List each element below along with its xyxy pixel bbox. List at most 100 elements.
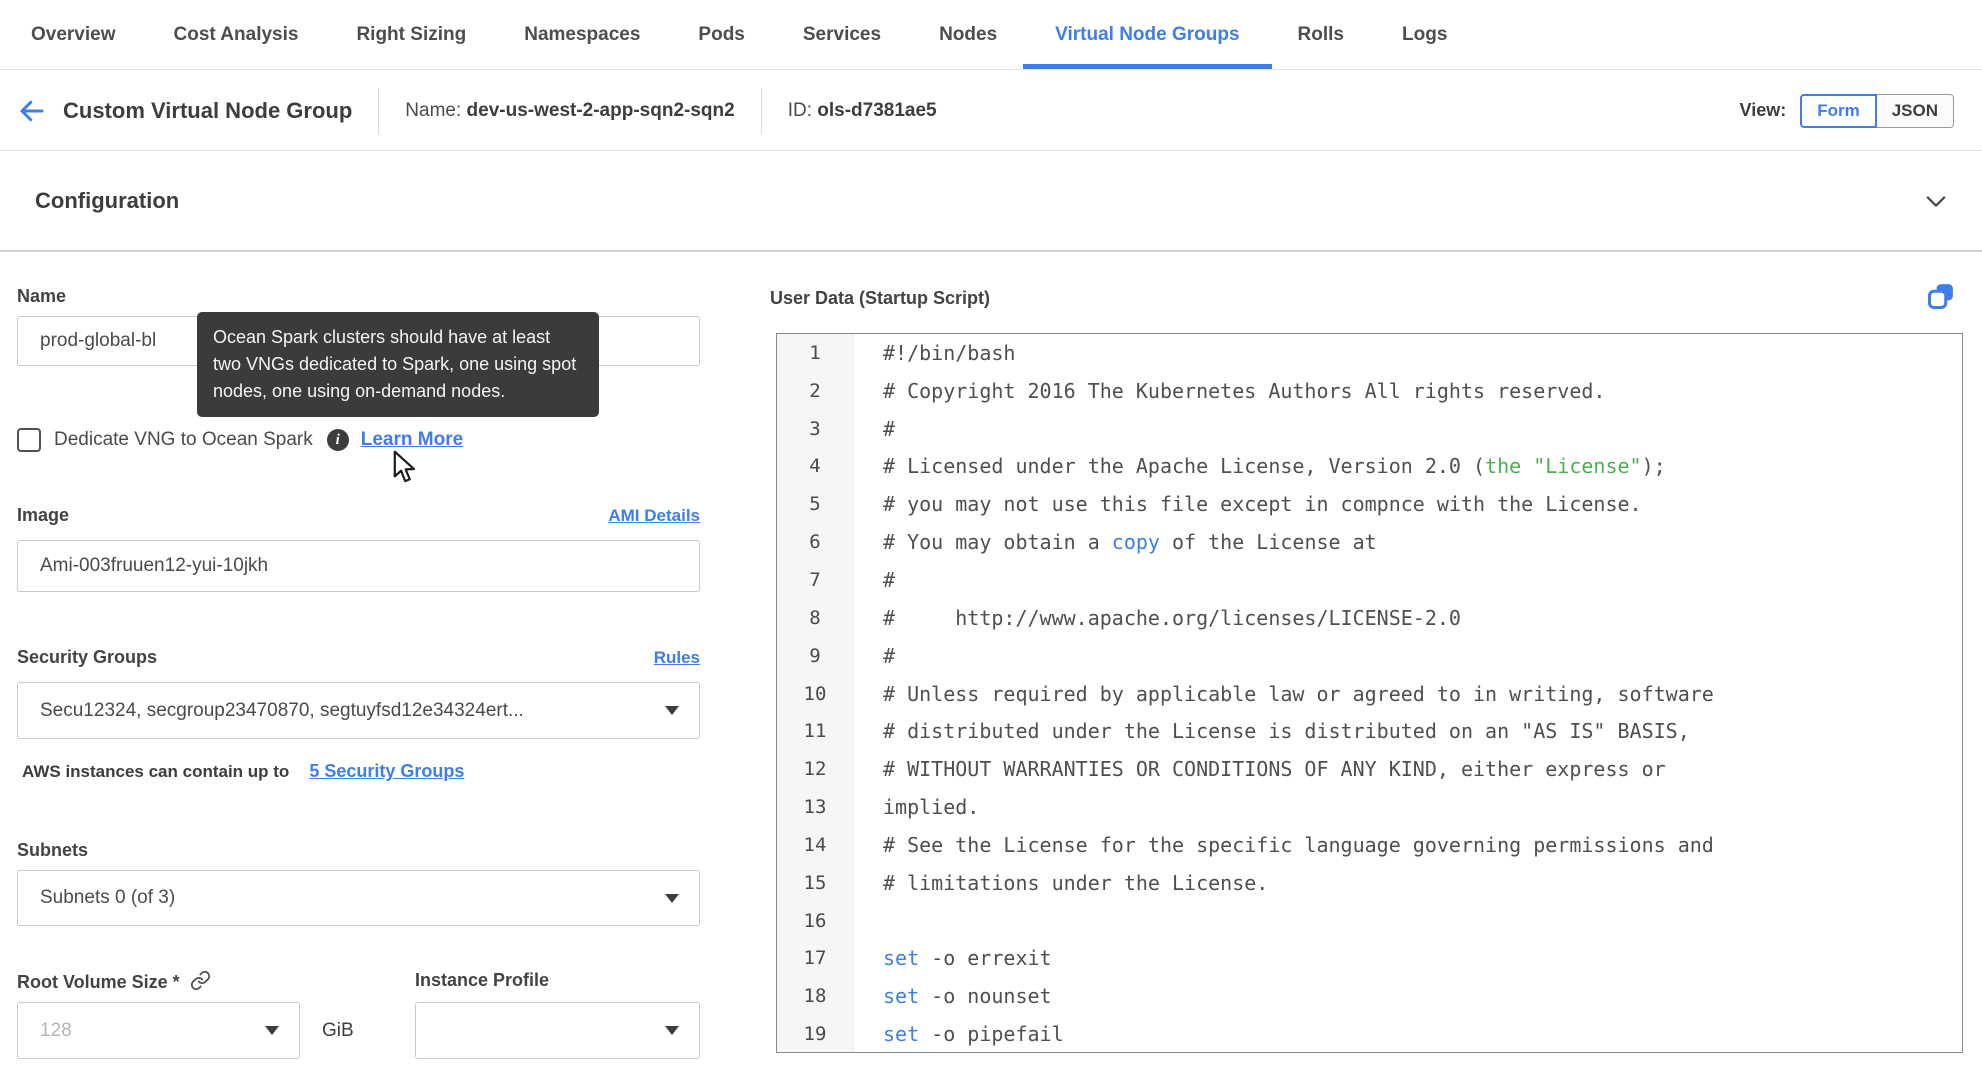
code-line: 18 set -o nounset: [777, 977, 1962, 1015]
tab-right-sizing[interactable]: Right Sizing: [342, 0, 480, 69]
root-volume-size-label-text: Root Volume Size *: [17, 972, 180, 992]
top-nav-tabs: Overview Cost Analysis Right Sizing Namespa…: [0, 0, 1982, 70]
collapse-section-button[interactable]: [1922, 187, 1950, 215]
line-number: 2: [809, 379, 821, 402]
tab-cost-analysis[interactable]: Cost Analysis: [160, 0, 313, 69]
line-number: 17: [803, 947, 827, 970]
ami-details-link[interactable]: AMI Details: [608, 506, 700, 526]
line-number: 8: [809, 606, 821, 629]
image-label-row: Image AMI Details: [17, 505, 700, 526]
user-data-code-editor[interactable]: 1 #!/bin/bash 2 # Copyright 2016 The Kubern…: [776, 333, 1963, 1053]
dedicate-vng-label: Dedicate VNG to Ocean Spark: [54, 429, 313, 450]
line-number: 9: [809, 644, 821, 667]
root-volume-size-placeholder: 128: [40, 1019, 72, 1041]
line-content: # Licensed under the Apache License, Ver…: [883, 454, 1666, 479]
code-line: 15 # limitations under the License.: [777, 864, 1962, 902]
line-content: # See the License for the specific langu…: [883, 832, 1714, 857]
view-label: View:: [1739, 100, 1787, 120]
ocean-spark-tooltip: Ocean Spark clusters should have at leas…: [197, 312, 599, 417]
configuration-section-header: Configuration: [0, 152, 1982, 252]
vng-id: ID: ols-d7381ae5: [788, 100, 937, 122]
caret-down-icon: [665, 893, 679, 903]
view-json-button[interactable]: JSON: [1876, 93, 1954, 128]
line-number: 12: [803, 758, 827, 781]
line-content: implied.: [883, 795, 980, 820]
name-input-value: prod-global-bl: [40, 330, 157, 351]
line-content: #: [883, 643, 896, 668]
five-security-groups-link[interactable]: 5 Security Groups: [309, 761, 464, 782]
security-groups-note-text: AWS instances can contain up to: [22, 762, 290, 781]
learn-more-link[interactable]: Learn More: [361, 429, 463, 451]
code-line: 3 #: [777, 410, 1962, 448]
line-number: 14: [803, 833, 827, 856]
code-line: 8 # http://www.apache.org/licenses/LICENS…: [777, 599, 1962, 637]
code-line: 13 implied.: [777, 788, 1962, 826]
line-content: # Copyright 2016 The Kubernetes Authors …: [883, 378, 1606, 403]
vng-name: Name: dev-us-west-2-app-sqn2-sqn2: [405, 100, 734, 122]
arrow-left-icon: [20, 100, 44, 121]
security-groups-value: Secu12324, secgroup23470870, segtuyfsd12…: [40, 699, 524, 721]
tab-rolls[interactable]: Rolls: [1284, 0, 1358, 69]
line-content: set -o nounset: [883, 984, 1052, 1009]
tab-pods[interactable]: Pods: [684, 0, 758, 69]
image-input[interactable]: Ami-003fruuen12-yui-10jkh: [17, 540, 700, 592]
subnets-value: Subnets 0 (of 3): [40, 887, 176, 908]
security-groups-label: Security Groups: [17, 647, 158, 667]
line-content: # limitations under the License.: [883, 870, 1269, 895]
code-line: 6 # You may obtain a copy of the License …: [777, 523, 1962, 561]
line-number: 19: [803, 1023, 827, 1046]
line-content: # http://www.apache.org/licenses/LICENSE…: [883, 605, 1461, 630]
line-content: #!/bin/bash: [883, 340, 1016, 365]
instance-profile-select[interactable]: [415, 1002, 700, 1059]
gib-unit-label: GiB: [322, 1019, 354, 1041]
copy-button[interactable]: [1926, 281, 1956, 316]
security-groups-select[interactable]: Secu12324, secgroup23470870, segtuyfsd12…: [17, 682, 700, 739]
tab-services[interactable]: Services: [789, 0, 895, 69]
rules-link[interactable]: Rules: [654, 648, 700, 668]
line-number: 13: [803, 796, 827, 819]
line-content: # distributed under the License is distr…: [883, 719, 1690, 744]
subnets-select[interactable]: Subnets 0 (of 3): [17, 870, 700, 926]
code-line: 10 # Unless required by applicable law or…: [777, 675, 1962, 713]
back-button[interactable]: [17, 96, 47, 126]
caret-down-icon: [265, 1026, 279, 1035]
tab-overview[interactable]: Overview: [17, 0, 130, 69]
line-number: 3: [809, 417, 821, 440]
link-icon[interactable]: [190, 970, 211, 991]
divider: [760, 87, 762, 134]
security-groups-label-row: Security Groups Rules: [17, 647, 700, 668]
tab-nodes[interactable]: Nodes: [925, 0, 1011, 69]
code-line: 5 # you may not use this file except in c…: [777, 485, 1962, 523]
line-content: # Unless required by applicable law or a…: [883, 681, 1714, 706]
root-volume-size-select[interactable]: 128: [17, 1002, 300, 1059]
vng-name-label: Name:: [405, 99, 462, 121]
image-label: Image: [17, 505, 70, 525]
info-icon[interactable]: i: [326, 429, 349, 451]
line-content: # You may obtain a copy of the License a…: [883, 530, 1377, 555]
tab-virtual-node-groups[interactable]: Virtual Node Groups: [1023, 0, 1272, 69]
line-number: 18: [803, 985, 827, 1008]
code-line: 9 #: [777, 637, 1962, 675]
code-line: 11 # distributed under the License is dis…: [777, 712, 1962, 750]
dedicate-vng-checkbox[interactable]: [17, 428, 41, 452]
mouse-cursor-icon: [393, 450, 416, 483]
configuration-title: Configuration: [35, 188, 180, 213]
code-line: 14 # See the License for the specific lan…: [777, 826, 1962, 864]
code-line: 12 # WITHOUT WARRANTIES OR CONDITIONS OF …: [777, 750, 1962, 788]
tab-namespaces[interactable]: Namespaces: [510, 0, 654, 69]
line-content: # WITHOUT WARRANTIES OR CONDITIONS OF AN…: [883, 757, 1666, 782]
line-content: #: [883, 567, 896, 592]
line-number: 11: [803, 720, 827, 743]
code-line: 1 #!/bin/bash: [777, 334, 1962, 372]
tab-logs[interactable]: Logs: [1388, 0, 1461, 69]
dedicate-vng-row: Dedicate VNG to Ocean Spark i Learn More: [17, 428, 463, 452]
vng-name-value: dev-us-west-2-app-sqn2-sqn2: [466, 99, 735, 121]
instance-profile-label: Instance Profile: [415, 970, 550, 990]
line-number: 1: [809, 341, 821, 364]
line-number: 10: [803, 682, 827, 705]
view-form-button[interactable]: Form: [1800, 93, 1877, 128]
caret-down-icon: [665, 706, 679, 715]
vng-id-value: ols-d7381ae5: [817, 99, 937, 121]
root-volume-size-label: Root Volume Size *: [17, 970, 211, 993]
line-content: set -o pipefail: [883, 1022, 1064, 1047]
